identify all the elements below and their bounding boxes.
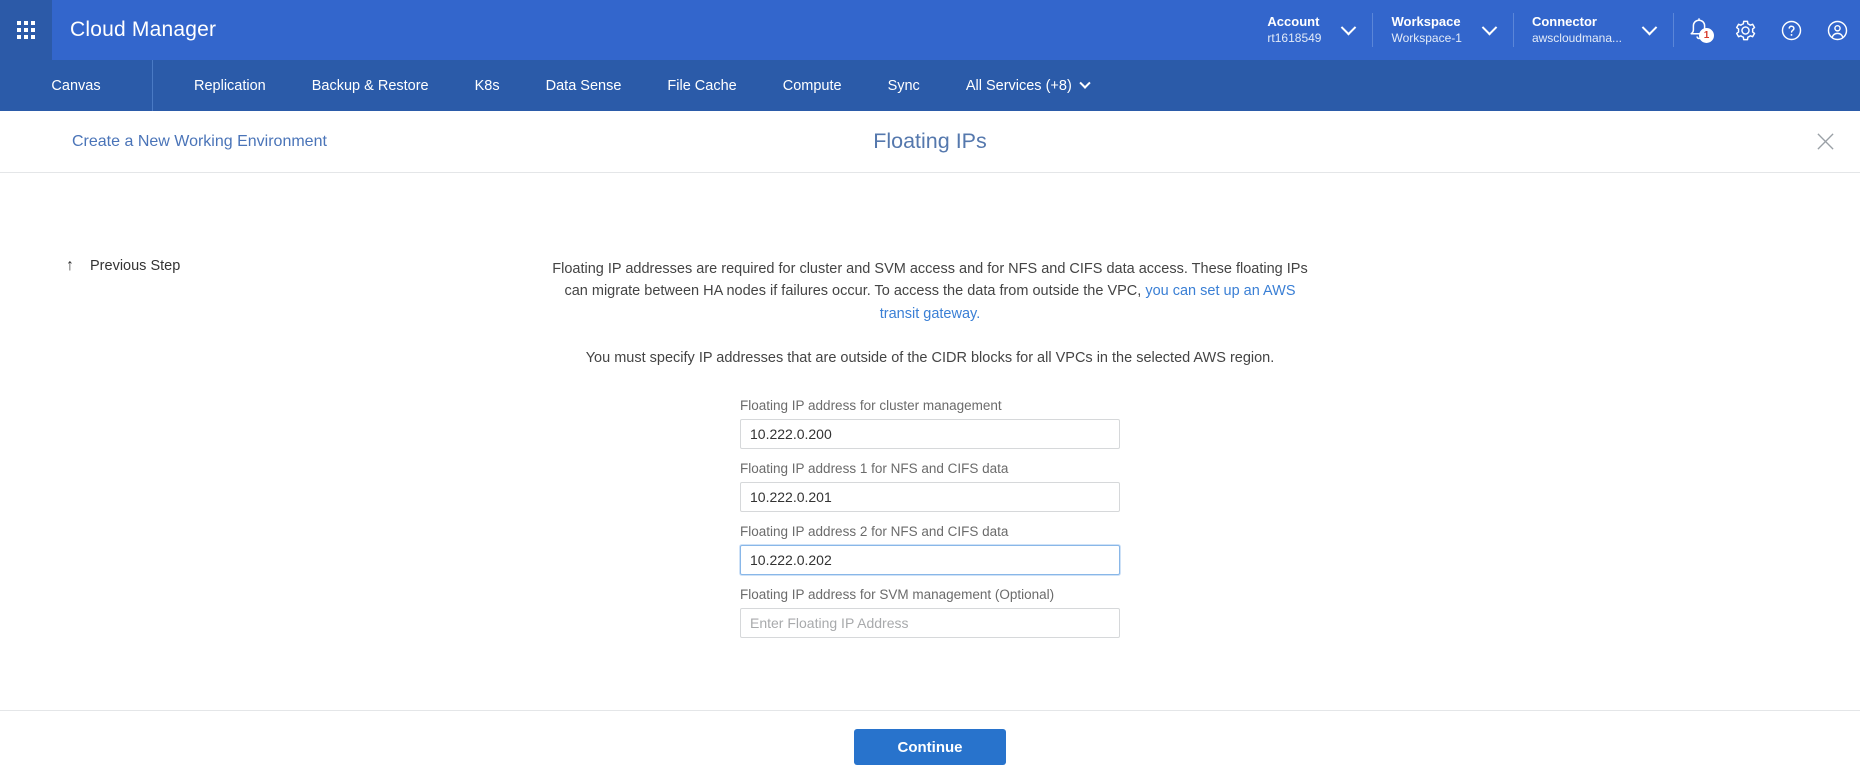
label-cluster-management: Floating IP address for cluster manageme… — [740, 397, 1002, 413]
label-svm-management: Floating IP address for SVM management (… — [740, 586, 1055, 602]
apps-launcher-button[interactable] — [0, 0, 52, 60]
workspace-value: Workspace-1 — [1391, 30, 1462, 45]
workspace-selector[interactable]: Workspace Workspace-1 — [1375, 10, 1510, 50]
label-nfs-cifs-2: Floating IP address 2 for NFS and CIFS d… — [740, 523, 1009, 539]
user-avatar-icon — [1827, 20, 1847, 40]
chevron-down-icon — [1341, 19, 1357, 35]
nav-item-data-sense[interactable]: Data Sense — [523, 60, 645, 111]
settings-button[interactable] — [1722, 0, 1768, 60]
nav-item-all-services-label: All Services (+8) — [965, 77, 1072, 94]
gear-icon — [1735, 20, 1755, 40]
previous-step-button[interactable]: ↑ Previous Step — [66, 257, 181, 275]
nav-item-file-cache[interactable]: File Cache — [644, 60, 759, 111]
workspace-label: Workspace — [1391, 14, 1461, 30]
input-nfs-cifs-1[interactable] — [740, 481, 1120, 512]
header-divider — [1512, 13, 1514, 47]
close-button[interactable] — [1810, 127, 1840, 157]
input-nfs-cifs-2[interactable] — [740, 544, 1120, 575]
notifications-button[interactable]: 1 — [1676, 0, 1722, 60]
nav-item-canvas-label: Canvas — [51, 77, 101, 94]
app-title: Cloud Manager — [70, 18, 217, 41]
header-divider — [1673, 13, 1674, 47]
connector-selector[interactable]: Connector awscloudmana... — [1516, 10, 1671, 50]
main-content: ↑ Previous Step Floating IP addresses ar… — [0, 173, 1860, 711]
connector-value: awscloudmana... — [1531, 30, 1622, 45]
field-group-cluster-management: Floating IP address for cluster manageme… — [740, 398, 1120, 449]
input-svm-management[interactable] — [740, 607, 1120, 638]
field-group-nfs-cifs-2: Floating IP address 2 for NFS and CIFS d… — [740, 524, 1120, 575]
wizard-header: Create a New Working Environment Floatin… — [0, 111, 1860, 173]
previous-step-label: Previous Step — [90, 258, 181, 274]
arrow-up-icon: ↑ — [66, 257, 74, 274]
user-account-button[interactable] — [1814, 0, 1860, 60]
chevron-down-icon — [1641, 19, 1658, 35]
header-right-controls: Account rt1618549 Workspace Workspace-1 … — [1251, 0, 1860, 60]
page-title: Floating IPs — [873, 129, 987, 153]
grid-apps-icon — [17, 21, 35, 39]
question-circle-icon — [1781, 20, 1801, 40]
chevron-down-icon — [1481, 19, 1498, 35]
breadcrumb[interactable]: Create a New Working Environment — [72, 133, 327, 151]
description-paragraph-1: Floating IP addresses are required for c… — [550, 258, 1310, 325]
connector-label: Connector — [1531, 14, 1597, 30]
description-paragraph-2: You must specify IP addresses that are o… — [585, 350, 1275, 367]
chevron-down-icon — [1079, 77, 1091, 89]
account-label: Account — [1267, 14, 1320, 30]
label-nfs-cifs-1: Floating IP address 1 for NFS and CIFS d… — [740, 460, 1009, 476]
main-navigation: Canvas Replication Backup & Restore K8s … — [0, 60, 1860, 111]
notification-badge: 1 — [1699, 28, 1714, 43]
account-value: rt1618549 — [1267, 30, 1322, 45]
nav-item-canvas[interactable]: Canvas — [0, 60, 153, 111]
nav-item-backup-restore[interactable]: Backup & Restore — [289, 60, 452, 111]
field-group-svm-management: Floating IP address for SVM management (… — [740, 587, 1120, 638]
help-button[interactable] — [1768, 0, 1814, 60]
nav-item-all-services[interactable]: All Services (+8) — [943, 60, 1112, 111]
nav-item-replication[interactable]: Replication — [171, 60, 289, 111]
nav-item-compute[interactable]: Compute — [760, 60, 865, 111]
continue-button[interactable]: Continue — [854, 729, 1006, 765]
header-divider — [1372, 13, 1374, 47]
nav-item-k8s[interactable]: K8s — [452, 60, 523, 111]
form-column: Floating IP addresses are required for c… — [480, 173, 1380, 650]
field-group-nfs-cifs-1: Floating IP address 1 for NFS and CIFS d… — [740, 461, 1120, 512]
input-cluster-management[interactable] — [740, 418, 1120, 449]
account-selector[interactable]: Account rt1618549 — [1251, 10, 1370, 50]
nav-item-sync[interactable]: Sync — [865, 60, 943, 111]
close-icon — [1816, 133, 1834, 150]
floating-ip-fields: Floating IP address for cluster manageme… — [740, 398, 1120, 650]
wizard-footer: Continue — [0, 711, 1860, 783]
top-header: Cloud Manager Account rt1618549 Workspac… — [0, 0, 1860, 60]
